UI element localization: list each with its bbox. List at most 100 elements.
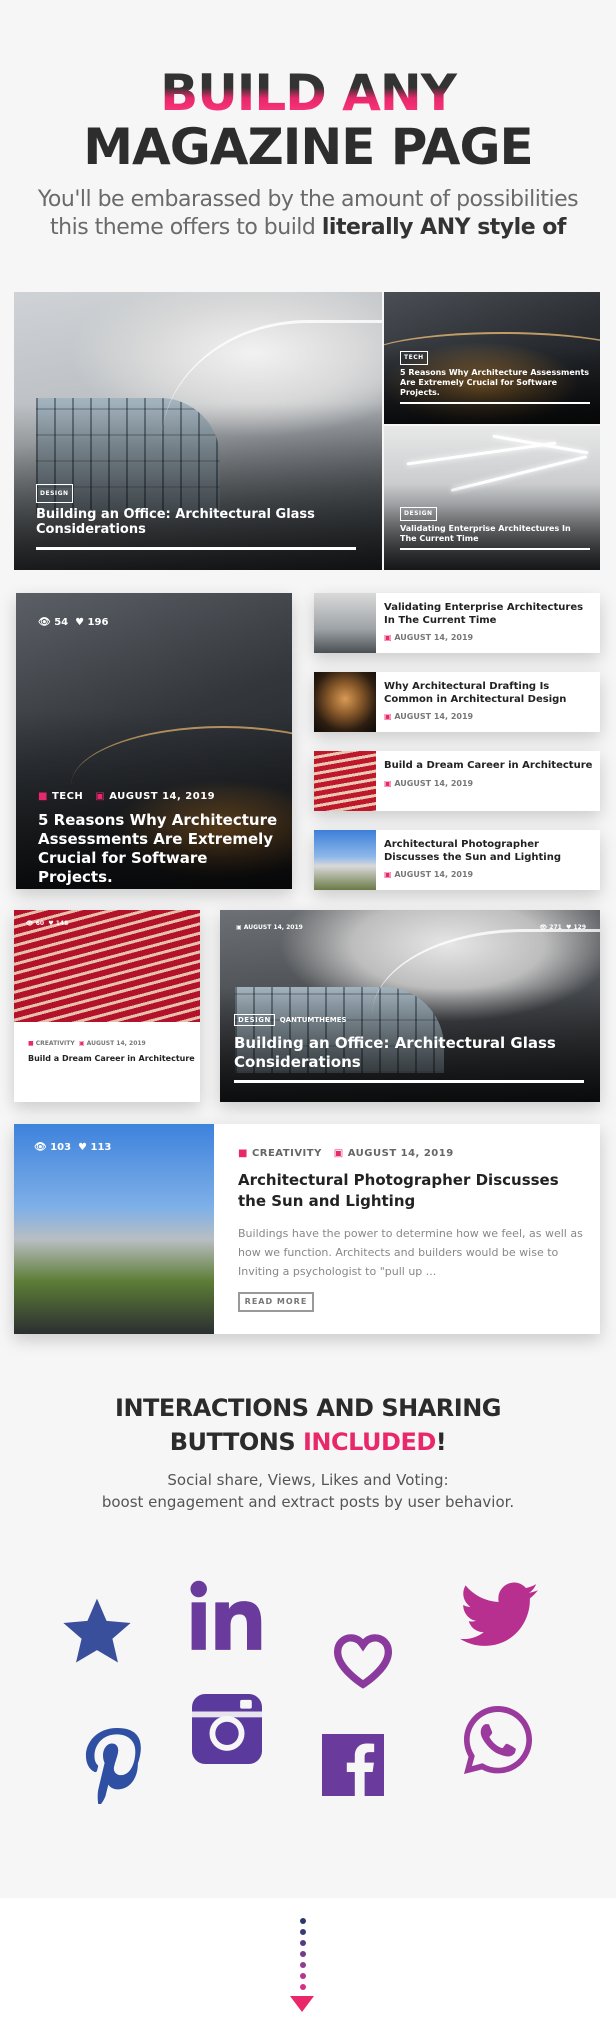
heart-icon: ♥: [78, 1142, 87, 1153]
twitter-icon[interactable]: [460, 1582, 538, 1648]
mosaic-bottom-right-title[interactable]: Validating Enterprise Architectures In T…: [400, 524, 571, 543]
horizontal-card-meta: ■ CREATIVITY ▣ AUGUST 14, 2019: [238, 1148, 454, 1159]
post-date: AUGUST 14, 2019: [86, 1040, 146, 1047]
post-date: AUGUST 14, 2019: [109, 791, 216, 802]
small-card-stats: 👁 60 ♥ 148: [26, 920, 68, 927]
hero-title-line1: BUILD ANY: [0, 66, 616, 120]
list-item-date: ▣ AUGUST 14, 2019: [384, 779, 474, 788]
category-link[interactable]: TECH: [52, 791, 83, 802]
tag-icon: ■: [238, 1148, 248, 1159]
arrow-down-icon[interactable]: [290, 1996, 314, 2012]
likes-count[interactable]: 129: [573, 924, 586, 931]
category-link[interactable]: CREATIVITY: [252, 1148, 322, 1159]
list-item-date: ▣ AUGUST 14, 2019: [384, 633, 474, 642]
list-item-title[interactable]: Architectural Photographer Discusses the…: [384, 838, 596, 864]
eye-icon: 👁: [34, 1142, 47, 1153]
mosaic-main-title[interactable]: Building an Office: Architectural Glass …: [36, 507, 315, 537]
small-card-title[interactable]: Build a Dream Career in Architecture: [28, 1054, 198, 1063]
interactions-title-line2: BUTTONS INCLUDED!: [169, 1428, 447, 1456]
calendar-icon: ▣: [78, 1040, 85, 1047]
hero-subtitle-line2: this theme offers to build literally ANY…: [0, 214, 616, 242]
mosaic-top-right-title[interactable]: 5 Reasons Why Architecture Assessments A…: [400, 368, 589, 397]
list-item[interactable]: Validating Enterprise Architectures In T…: [314, 593, 600, 653]
instagram-icon[interactable]: [192, 1694, 262, 1764]
facebook-icon[interactable]: [322, 1734, 384, 1796]
likes-count[interactable]: 196: [88, 617, 109, 628]
hero-subtitle-bold: literally ANY style of: [321, 215, 567, 240]
wide-card-date: ▣ AUGUST 14, 2019: [236, 924, 303, 931]
calendar-icon: ▣: [95, 791, 106, 802]
heart-icon: ♥: [75, 617, 85, 628]
thumbnail-image: [314, 751, 376, 811]
featured-stats: 👁 54 ♥ 196: [38, 617, 108, 628]
calendar-icon: ▣: [384, 712, 392, 721]
views-count: 271: [549, 924, 562, 931]
calendar-icon: ▣: [384, 633, 392, 642]
views-count: 60: [35, 920, 45, 927]
list-item[interactable]: Build a Dream Career in Architecture ▣ A…: [314, 751, 600, 811]
interactions-subtitle-line1: Social share, Views, Likes and Voting:: [167, 1471, 449, 1489]
mosaic-top-right-title-block: TECH 5 Reasons Why Architecture Assessme…: [400, 351, 590, 404]
category-link[interactable]: CREATIVITY: [36, 1040, 75, 1047]
heart-icon: ♥: [48, 920, 54, 927]
star-icon[interactable]: [58, 1594, 136, 1668]
mosaic-bottom-right-card[interactable]: DESIGN Validating Enterprise Architectur…: [384, 426, 600, 570]
thumbnail-image: [314, 830, 376, 890]
hero-subtitle-plain: this theme offers to build: [50, 215, 322, 240]
horizontal-card-title[interactable]: Architectural Photographer Discusses the…: [238, 1170, 584, 1212]
featured-title[interactable]: 5 Reasons Why Architecture Assessments A…: [38, 811, 278, 887]
read-more-button[interactable]: READ MORE: [238, 1292, 314, 1312]
heart-icon: ♥: [565, 924, 572, 931]
list-item-date: ▣ AUGUST 14, 2019: [384, 870, 474, 879]
tag-icon: ■: [28, 1040, 34, 1047]
category-badge[interactable]: DESIGN: [400, 507, 437, 521]
list-item-title[interactable]: Validating Enterprise Architectures In T…: [384, 601, 596, 627]
featured-card[interactable]: 👁 54 ♥ 196 ■ TECH ▣ AUGUST 14, 2019 5 Re…: [16, 593, 292, 889]
thumbnail-image: [314, 672, 376, 732]
small-card-meta: ■ CREATIVITY ▣ AUGUST 14, 2019: [28, 1040, 146, 1047]
list-item[interactable]: Architectural Photographer Discusses the…: [314, 830, 600, 890]
eye-icon: 👁: [38, 617, 51, 628]
horizontal-card: 👁 103 ♥ 113 ■ CREATIVITY ▣ AUGUST 14, 20…: [14, 1124, 600, 1334]
likes-count[interactable]: 148: [56, 920, 69, 927]
horizontal-card-excerpt: Buildings have the power to determine ho…: [238, 1227, 583, 1278]
thumbnail-image: [314, 593, 376, 653]
calendar-icon: ▣: [333, 1148, 344, 1159]
small-card[interactable]: 👁 60 ♥ 148 ■ CREATIVITY ▣ AUGUST 14, 201…: [14, 910, 200, 1102]
horizontal-card-stats: 👁 103 ♥ 113: [34, 1142, 111, 1153]
list-item-title[interactable]: Why Architectural Drafting Is Common in …: [384, 680, 596, 706]
views-count: 54: [54, 617, 69, 628]
mosaic-bottom-right-title-block: DESIGN Validating Enterprise Architectur…: [400, 507, 590, 550]
eye-icon: 👁: [539, 924, 548, 931]
scroll-down-indicator[interactable]: [298, 1918, 308, 1995]
likes-count[interactable]: 113: [90, 1142, 111, 1153]
thumbnail-image[interactable]: [14, 1124, 214, 1334]
whatsapp-icon[interactable]: [464, 1706, 532, 1774]
heart-icon[interactable]: [328, 1628, 398, 1690]
pinterest-icon[interactable]: [84, 1728, 148, 1804]
eye-icon: 👁: [26, 920, 34, 927]
list-item-title[interactable]: Build a Dream Career in Architecture: [384, 759, 596, 772]
wide-card-stats: 👁 271 ♥ 129: [540, 924, 586, 931]
hero-title-line2: MAGAZINE PAGE: [83, 118, 533, 176]
interactions-title-accent: INCLUDED: [302, 1428, 436, 1456]
featured-meta: ■ TECH ▣ AUGUST 14, 2019: [38, 791, 215, 802]
category-badge[interactable]: DESIGN: [234, 1014, 275, 1026]
mosaic-main-title-block: DESIGN Building an Office: Architectural…: [36, 484, 356, 550]
linkedin-icon[interactable]: [190, 1580, 266, 1650]
list-item[interactable]: Why Architectural Drafting Is Common in …: [314, 672, 600, 732]
interactions-subtitle-line2: boost engagement and extract posts by us…: [101, 1493, 515, 1511]
mosaic-main-card[interactable]: DESIGN Building an Office: Architectural…: [14, 292, 382, 570]
wide-card[interactable]: ▣ AUGUST 14, 2019 👁 271 ♥ 129 DESIGN QAN…: [220, 910, 600, 1102]
calendar-icon: ▣: [384, 779, 392, 788]
mosaic-top-right-card[interactable]: TECH 5 Reasons Why Architecture Assessme…: [384, 292, 600, 424]
category-badge[interactable]: DESIGN: [36, 484, 73, 503]
category-badge[interactable]: TECH: [400, 351, 428, 365]
wide-card-categories: DESIGN QANTUMTHEMES: [234, 1014, 347, 1026]
interactions-title-line1: INTERACTIONS AND SHARING: [115, 1394, 501, 1422]
calendar-icon: ▣: [384, 870, 392, 879]
wide-card-title[interactable]: Building an Office: Architectural Glass …: [234, 1034, 564, 1072]
author-link[interactable]: QANTUMTHEMES: [280, 1016, 347, 1024]
post-date: AUGUST 14, 2019: [347, 1148, 454, 1159]
hero-subtitle: You'll be embarassed by the amount of po…: [0, 186, 616, 242]
